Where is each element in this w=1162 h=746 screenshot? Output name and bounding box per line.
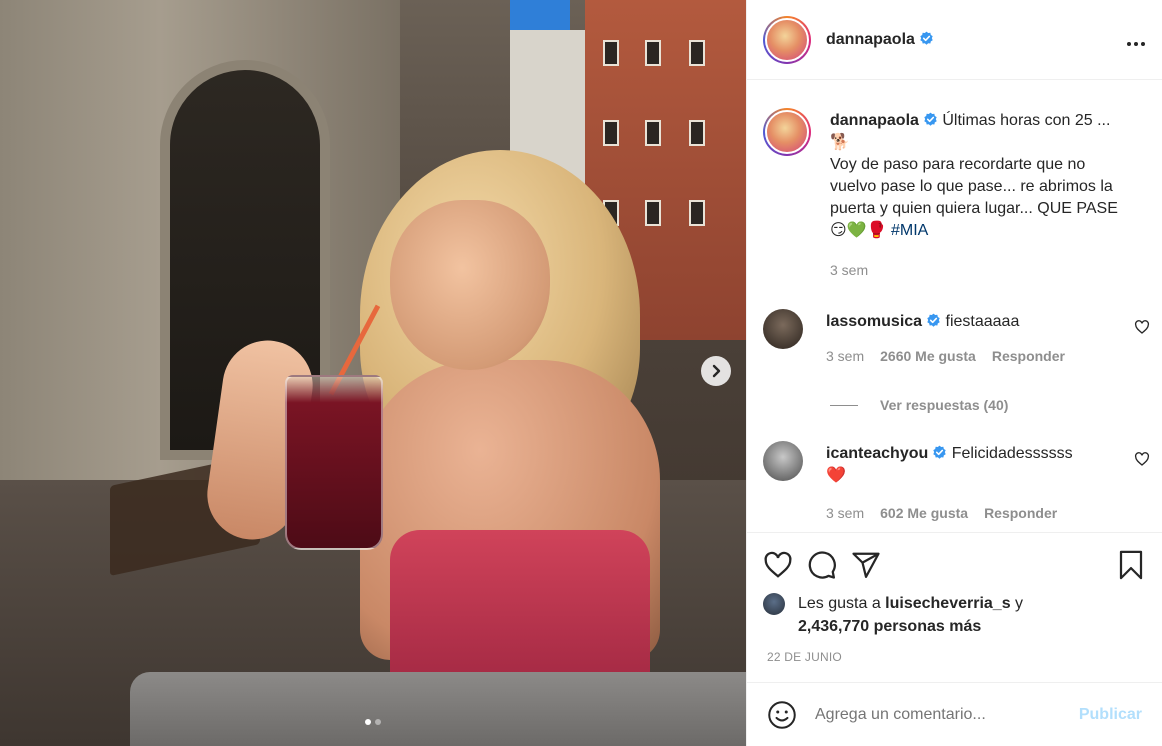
comment-first-line: icanteachyou Felicidadessssss <box>826 443 1116 465</box>
comment-text: Felicidadessssss <box>951 445 1073 462</box>
likes-summary: Les gusta a luisecheverria_s y 2,436,770… <box>747 592 1162 638</box>
likes-count-link[interactable]: 2,436,770 personas más <box>798 618 981 635</box>
comment-time[interactable]: 3 sem <box>826 502 864 524</box>
post-sidebar: dannapaola dannapaola Últimas horas con … <box>746 0 1162 746</box>
chevron-right-icon <box>712 364 721 378</box>
hashtag-link[interactable]: #MIA <box>891 222 928 239</box>
drink-glass <box>285 375 383 550</box>
verified-badge-icon <box>933 445 946 459</box>
comment-meta: 3 sem 2660 Me gusta Responder <box>826 345 1116 367</box>
red-dress <box>390 530 650 680</box>
comment-meta: 3 sem 602 Me gusta Responder <box>826 502 1116 524</box>
caption-meta: 3 sem <box>830 259 1120 281</box>
carousel-next-button[interactable] <box>701 356 731 386</box>
window <box>689 40 705 66</box>
liker-avatar[interactable] <box>763 593 785 615</box>
comment: icanteachyou Felicidadessssss ❤️ 3 sem 6… <box>763 441 1150 524</box>
reply-button[interactable]: Responder <box>984 502 1057 524</box>
caption-username[interactable]: dannapaola <box>830 112 919 129</box>
carousel-dot <box>375 719 381 725</box>
comment-avatar[interactable] <box>763 309 803 349</box>
face <box>390 200 550 370</box>
verified-badge-icon <box>920 31 933 45</box>
view-replies-button[interactable]: Ver respuestas (40) <box>830 397 1146 413</box>
comment-bubble-icon[interactable] <box>807 550 837 580</box>
window <box>645 40 661 66</box>
more-horizontal-icon <box>1127 41 1145 46</box>
comments-section: dannapaola Últimas horas con 25 ... 🐕 Vo… <box>747 80 1162 532</box>
comment-username[interactable]: icanteachyou <box>826 445 928 462</box>
caption-text-body: Voy de paso para recordarte que no vuelv… <box>830 156 1118 217</box>
verified-badge-icon <box>927 313 940 327</box>
comment-body: icanteachyou Felicidadessssss ❤️ 3 sem 6… <box>826 443 1116 524</box>
like-heart-icon[interactable] <box>763 550 793 580</box>
caption-text: Voy de paso para recordarte que no vuelv… <box>830 154 1120 242</box>
verified-badge-icon <box>924 112 937 126</box>
comment-username[interactable]: lassomusica <box>826 313 922 330</box>
post-photo[interactable] <box>0 0 746 746</box>
comment-input[interactable] <box>815 705 1079 724</box>
caption-time[interactable]: 3 sem <box>830 259 868 281</box>
carousel-dot-active <box>365 719 371 725</box>
likes-suffix: y <box>1010 595 1024 612</box>
table <box>130 672 746 746</box>
caption-text-line1: Últimas horas con 25 ... <box>942 112 1111 129</box>
carousel-dots <box>0 719 746 725</box>
publish-button[interactable]: Publicar <box>1079 706 1142 724</box>
comment: lassomusica fiestaaaaa 3 sem 2660 Me gus… <box>763 309 1150 367</box>
comment-first-line: lassomusica fiestaaaaa <box>826 311 1116 333</box>
post-actions <box>747 532 1162 596</box>
comment-likes[interactable]: 2660 Me gusta <box>880 345 976 367</box>
likes-text: Les gusta a luisecheverria_s y 2,436,770… <box>798 592 1023 638</box>
window <box>603 120 619 146</box>
post-header: dannapaola <box>747 0 1162 80</box>
author-username[interactable]: dannapaola <box>826 31 915 48</box>
author-name-wrap: dannapaola <box>826 31 934 49</box>
view-replies-label: Ver respuestas (40) <box>880 397 1009 413</box>
window <box>689 200 705 226</box>
window <box>645 200 661 226</box>
comment-emoji: ❤️ <box>826 467 846 484</box>
comment-time[interactable]: 3 sem <box>826 345 864 367</box>
add-comment-bar: Publicar <box>747 682 1162 746</box>
window <box>645 120 661 146</box>
more-options-button[interactable] <box>1126 27 1146 53</box>
replies-divider <box>830 404 858 406</box>
window <box>603 40 619 66</box>
liker-username[interactable]: luisecheverria_s <box>885 595 1010 612</box>
comment-text: fiestaaaaa <box>945 313 1020 330</box>
emoji-smiley-icon[interactable] <box>767 700 797 730</box>
caption-first-line: dannapaola Últimas horas con 25 ... <box>830 110 1120 132</box>
save-bookmark-icon[interactable] <box>1116 550 1146 580</box>
share-paper-plane-icon[interactable] <box>851 550 881 580</box>
likes-prefix: Les gusta a <box>798 595 886 612</box>
comment-body: lassomusica fiestaaaaa 3 sem 2660 Me gus… <box>826 311 1116 367</box>
author-avatar[interactable] <box>763 15 811 64</box>
comment-avatar[interactable] <box>763 441 803 481</box>
window <box>689 120 705 146</box>
caption-body: dannapaola Últimas horas con 25 ... 🐕 Vo… <box>830 110 1120 281</box>
post-date[interactable]: 22 DE JUNIO <box>747 650 1162 664</box>
caption: dannapaola Últimas horas con 25 ... 🐕 Vo… <box>763 108 1146 281</box>
post-view: dannapaola dannapaola Últimas horas con … <box>0 0 1162 746</box>
caption-emojis: 😏💚🥊 <box>830 222 887 239</box>
comment-like-icon[interactable] <box>1134 451 1150 467</box>
caption-emoji-line1: 🐕 <box>830 134 850 151</box>
comment-likes[interactable]: 602 Me gusta <box>880 502 968 524</box>
comment-like-icon[interactable] <box>1134 319 1150 335</box>
caption-avatar[interactable] <box>763 108 811 156</box>
reply-button[interactable]: Responder <box>992 345 1065 367</box>
